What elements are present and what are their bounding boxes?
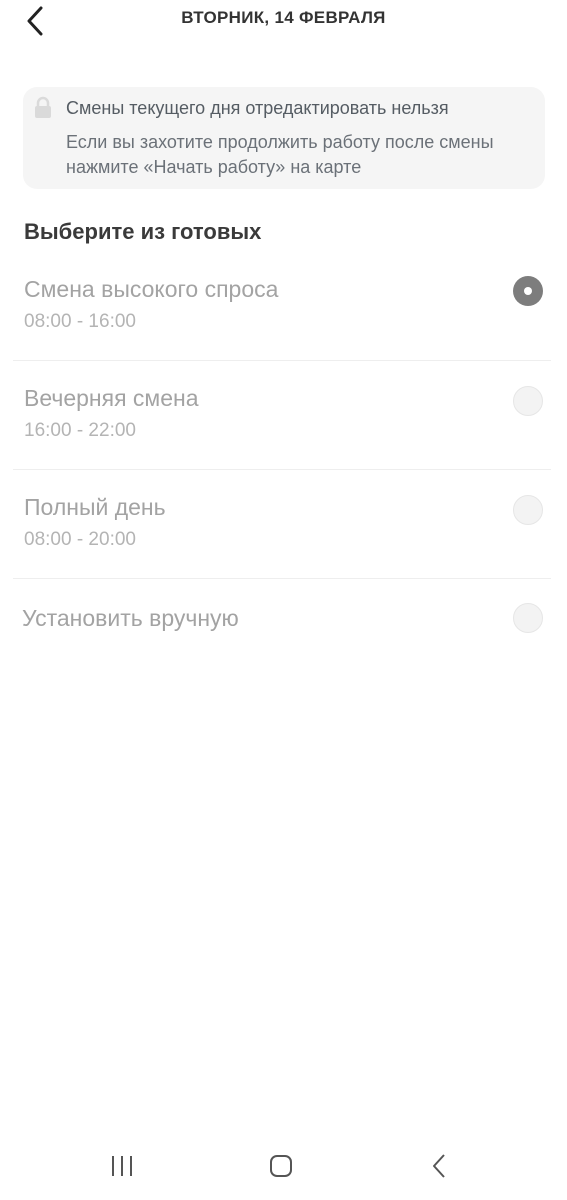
notice-box: Смены текущего дня отредактировать нельз… [23,87,545,189]
option-time: 08:00 - 16:00 [24,311,136,332]
notice-text: Если вы захотите продолжить работу после… [66,132,494,177]
section-title: Выберите из готовых [24,219,262,244]
system-navbar [0,1140,567,1190]
radio-unchecked[interactable] [513,495,543,525]
lock-icon [35,96,51,118]
home-button[interactable] [261,1150,301,1182]
option-full-day[interactable]: Полный день 08:00 - 20:00 [13,470,551,579]
radio-dot [524,287,532,295]
radio-unchecked[interactable] [513,603,543,633]
notice-title: Смены текущего дня отредактировать нельз… [66,98,449,118]
option-time: 08:00 - 20:00 [24,529,136,550]
radio-unchecked[interactable] [513,386,543,416]
option-manual[interactable]: Установить вручную [13,579,551,659]
option-time: 16:00 - 22:00 [24,420,136,441]
header: ВТОРНИК, 14 ФЕВРАЛЯ [0,0,567,40]
option-name: Смена высокого спроса [24,276,279,302]
page-title: ВТОРНИК, 14 ФЕВРАЛЯ [181,8,386,27]
option-evening[interactable]: Вечерняя смена 16:00 - 22:00 [13,361,551,470]
option-name: Вечерняя смена [24,385,199,411]
radio-checked[interactable] [513,276,543,306]
recent-apps-icon [112,1156,132,1176]
option-high-demand[interactable]: Смена высокого спроса 08:00 - 16:00 [13,255,551,361]
back-icon [433,1154,445,1178]
option-name: Полный день [24,494,166,520]
option-name: Установить вручную [22,605,239,631]
recent-apps-button[interactable] [102,1150,142,1182]
system-back-button[interactable] [419,1150,459,1182]
home-icon [270,1155,292,1177]
